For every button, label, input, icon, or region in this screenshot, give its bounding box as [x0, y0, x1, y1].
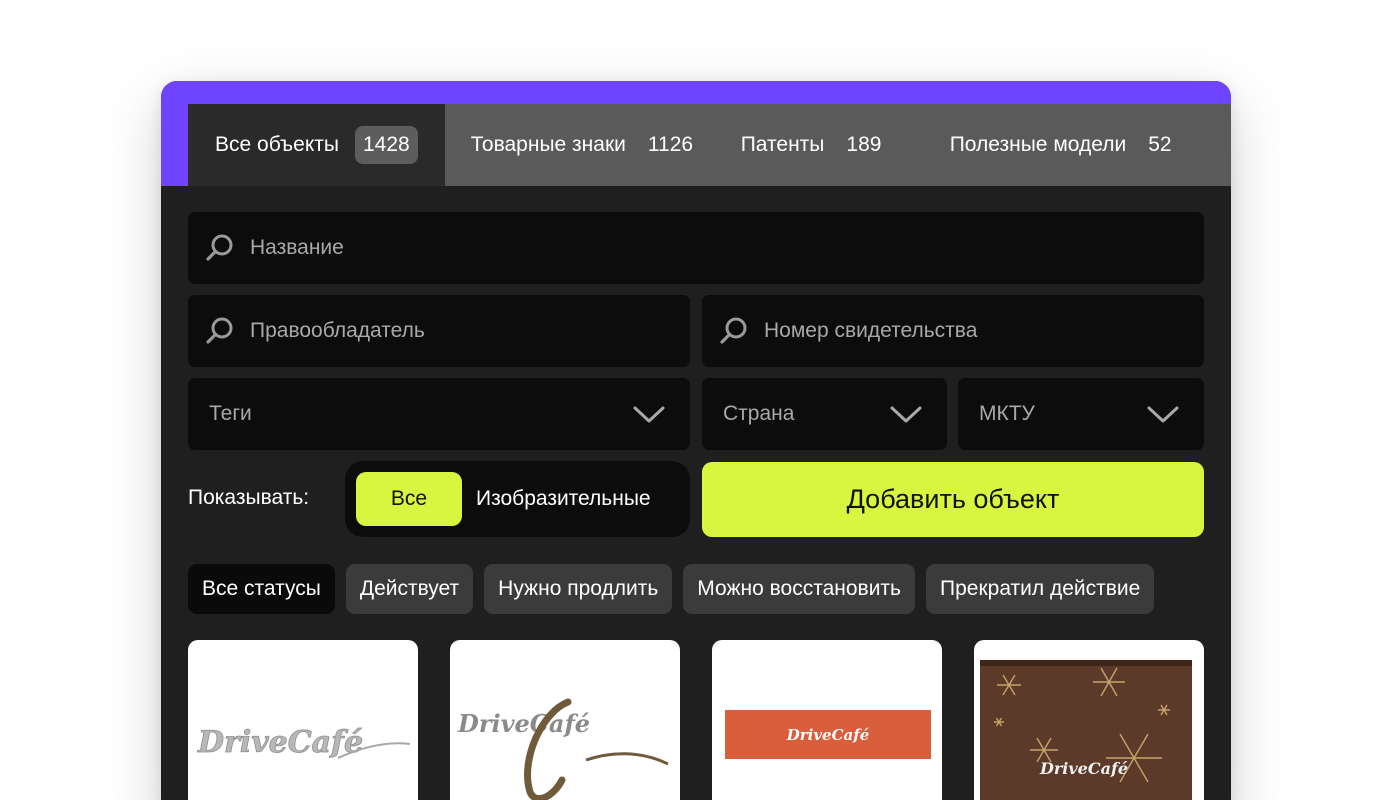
rightholder-search-input[interactable]: Правообладатель — [188, 295, 690, 367]
logo-text: DriveCafé — [457, 709, 590, 738]
certificate-number-input[interactable]: Номер свидетельства — [702, 295, 1204, 367]
status-chip-can-restore[interactable]: Можно восстановить — [683, 564, 915, 614]
chevron-down-icon — [632, 404, 666, 424]
name-search-input[interactable]: Название — [188, 212, 1204, 284]
certificate-placeholder: Номер свидетельства — [764, 319, 977, 343]
tab-count: 52 — [1148, 133, 1171, 157]
tags-select[interactable]: Теги — [188, 378, 690, 450]
trademark-card[interactable]: DriveCafé — [188, 640, 418, 800]
status-chip-active[interactable]: Действует — [346, 564, 473, 614]
logo-text: DriveCafé — [197, 725, 363, 760]
trademark-logo-image: DriveCafé — [450, 640, 680, 800]
name-placeholder: Название — [250, 236, 344, 260]
display-all-option[interactable]: Все — [356, 472, 462, 526]
status-chip-all[interactable]: Все статусы — [188, 564, 335, 614]
trademark-logo-image: DriveCafé — [712, 640, 942, 800]
logo-text: DriveCafé — [1039, 759, 1128, 778]
tab-label: Товарные знаки — [471, 133, 626, 157]
search-icon — [205, 233, 235, 263]
tab-all-objects[interactable]: Все объекты 1428 — [188, 104, 445, 186]
trademark-card[interactable]: DriveCafé — [450, 640, 680, 800]
status-chip-terminated[interactable]: Прекратил действие — [926, 564, 1154, 614]
tab-count: 189 — [846, 133, 881, 157]
tab-label: Полезные модели — [950, 133, 1127, 157]
tab-trademarks[interactable]: Товарные знаки 1126 — [445, 104, 741, 186]
search-icon — [719, 316, 749, 346]
add-object-button[interactable]: Добавить объект — [702, 462, 1204, 537]
trademark-logo-image: DriveCafé — [188, 640, 418, 800]
trademark-logo-image: DriveCafé — [974, 640, 1204, 800]
display-mode-toggle: Все Изобразительные — [345, 461, 690, 537]
logo-text: DriveCafé — [786, 726, 870, 744]
trademark-card[interactable]: DriveCafé — [974, 640, 1204, 800]
tab-count-badge: 1428 — [355, 126, 418, 164]
chevron-down-icon — [889, 404, 923, 424]
trademark-card[interactable]: DriveCafé — [712, 640, 942, 800]
tab-count: 1126 — [648, 133, 693, 157]
tab-label: Патенты — [741, 133, 825, 157]
tab-utility-models[interactable]: Полезные модели 52 — [950, 104, 1172, 186]
tab-patents[interactable]: Патенты 189 — [741, 104, 950, 186]
display-label: Показывать: — [188, 486, 309, 510]
tab-label: Все объекты — [215, 133, 339, 157]
country-select[interactable]: Страна — [702, 378, 947, 450]
status-filter-chips: Все статусы Действует Нужно продлить Мож… — [188, 564, 1154, 614]
display-figurative-option[interactable]: Изобразительные — [476, 487, 651, 511]
tags-select-label: Теги — [209, 402, 252, 426]
status-chip-needs-renewal[interactable]: Нужно продлить — [484, 564, 672, 614]
mktu-select-label: МКТУ — [979, 402, 1035, 426]
object-type-tabs: Все объекты 1428 Товарные знаки 1126 Пат… — [188, 104, 1231, 186]
search-icon — [205, 316, 235, 346]
country-select-label: Страна — [723, 402, 794, 426]
mktu-select[interactable]: МКТУ — [958, 378, 1204, 450]
chevron-down-icon — [1146, 404, 1180, 424]
rightholder-placeholder: Правообладатель — [250, 319, 425, 343]
